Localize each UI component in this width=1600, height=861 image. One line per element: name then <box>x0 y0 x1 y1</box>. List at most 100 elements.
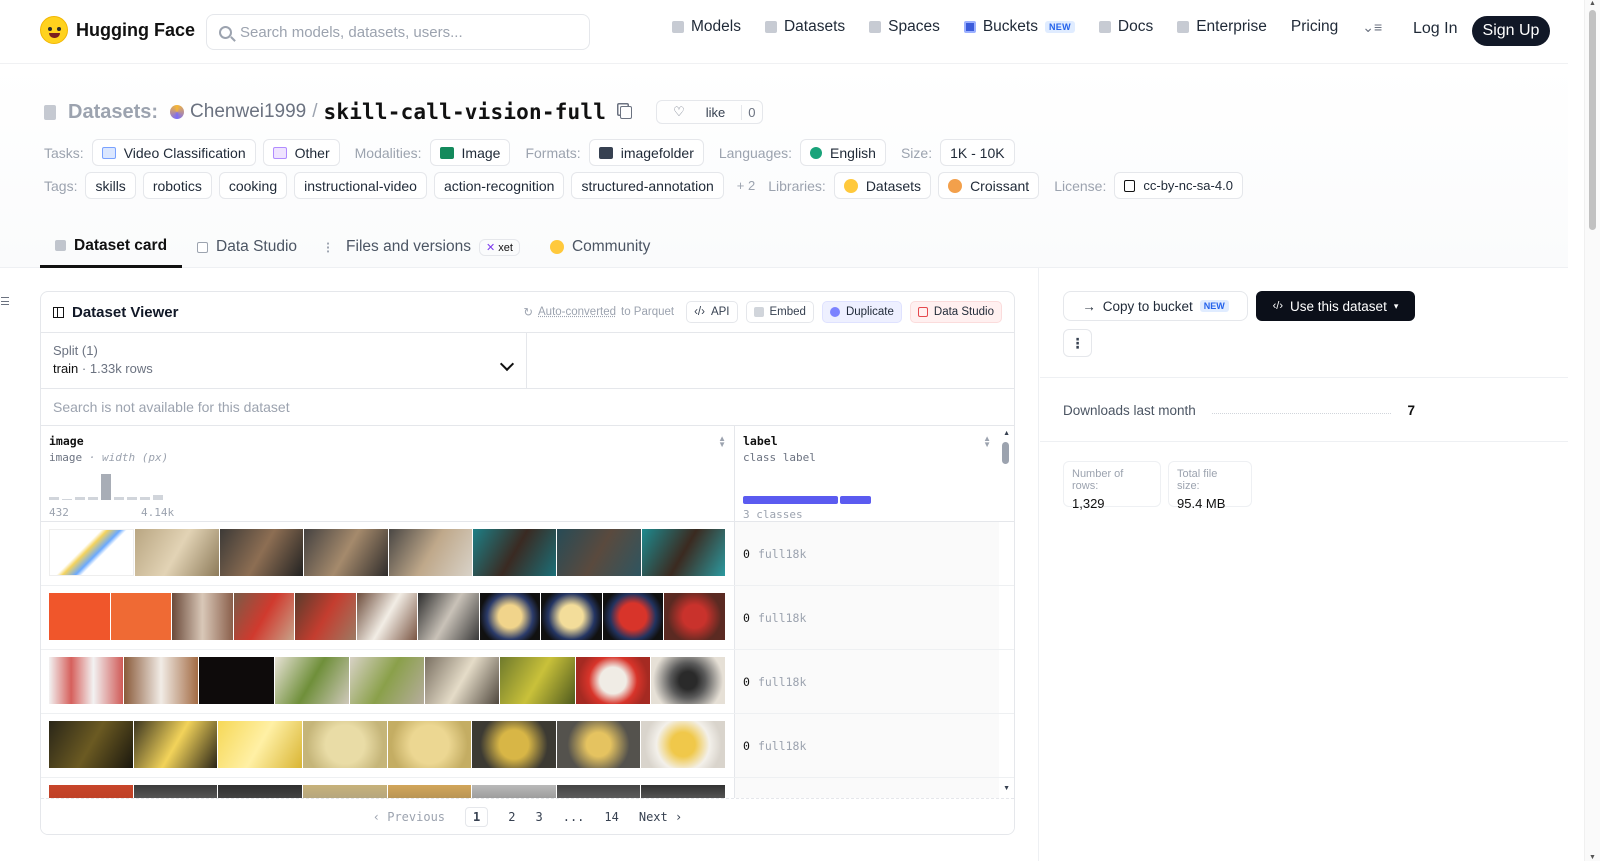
auto-converted-link[interactable]: Auto-converted <box>538 306 616 318</box>
scale-icon <box>1124 179 1136 192</box>
table-row[interactable] <box>41 778 1014 800</box>
table-row[interactable]: 0 full18k <box>41 714 1014 778</box>
xet-icon: ✕ <box>485 241 496 254</box>
size-chip[interactable]: 1K - 10K <box>940 139 1015 166</box>
owner-link[interactable]: Chenwei1999 <box>190 101 306 123</box>
nav-spaces[interactable]: Spaces <box>869 18 940 36</box>
next-page-button[interactable]: Next › <box>639 810 682 824</box>
table-row[interactable]: 0 full18k <box>41 650 1014 714</box>
image-cell[interactable] <box>41 714 735 777</box>
sidebar-toggle-icon[interactable] <box>1 297 9 305</box>
histogram-bar[interactable] <box>153 494 163 500</box>
thumbnail <box>472 721 556 768</box>
embed-button[interactable]: Embed <box>745 301 814 323</box>
histogram-bar[interactable] <box>62 499 72 500</box>
nav-models-label: Models <box>691 18 741 35</box>
api-button[interactable]: ‹/› API <box>686 301 738 323</box>
label-cell[interactable] <box>735 778 999 800</box>
label-cell[interactable]: 0 full18k <box>735 714 999 777</box>
label-class-segment[interactable] <box>743 496 838 504</box>
page-button[interactable]: 1 <box>465 806 489 827</box>
more-tags[interactable]: + 2 <box>737 178 755 193</box>
thumbnail <box>302 721 387 768</box>
page-button[interactable]: 3 <box>535 810 542 824</box>
table-row[interactable]: 0 full18k <box>41 522 1014 586</box>
label-name: full18k <box>757 674 807 689</box>
signup-button[interactable]: Sign Up <box>1472 16 1550 46</box>
table-row[interactable]: 0 full18k <box>41 586 1014 650</box>
label-cell[interactable]: 0 full18k <box>735 522 999 585</box>
histogram-bar[interactable] <box>75 497 85 500</box>
tag-chip[interactable]: structured-annotation <box>571 172 724 199</box>
nav-datasets[interactable]: Datasets <box>764 18 845 36</box>
use-dataset-button[interactable]: ‹/› Use this dataset ▾ <box>1256 291 1415 321</box>
page-scroll-thumb[interactable] <box>1589 10 1596 230</box>
task-chip[interactable]: Other <box>262 139 340 166</box>
histogram-bar[interactable] <box>127 497 137 500</box>
page-button[interactable]: 14 <box>604 810 618 824</box>
nav-enterprise[interactable]: Enterprise <box>1177 18 1267 36</box>
histogram-bar[interactable] <box>140 497 150 500</box>
nav-docs[interactable]: Docs <box>1098 18 1153 36</box>
tab-dataset-card[interactable]: Dataset card <box>40 226 183 268</box>
tag-chip[interactable]: instructional-video <box>294 172 427 199</box>
prev-label: Previous <box>387 809 446 824</box>
copy-to-bucket-button[interactable]: → Copy to bucket NEW <box>1063 291 1248 321</box>
image-cell[interactable] <box>41 586 735 649</box>
column-header-label[interactable]: label class label ▲ ▼ 3 classes <box>735 426 999 521</box>
histogram-bar[interactable] <box>101 474 111 500</box>
sort-icon[interactable]: ▲ ▼ <box>983 435 991 449</box>
formats-label: Formats: <box>525 144 581 161</box>
image-cell[interactable] <box>41 650 735 713</box>
histogram-bar[interactable] <box>49 497 59 500</box>
repo-name[interactable]: skill-call-vision-full <box>324 100 607 124</box>
scroll-up-icon[interactable]: ▲ <box>1003 430 1010 437</box>
hugging-face-logo-icon <box>40 16 68 44</box>
scroll-down-icon[interactable]: ▼ <box>1589 854 1596 861</box>
page-button[interactable]: 2 <box>508 810 515 824</box>
table-scrollbar[interactable] <box>1002 442 1009 464</box>
library-chip[interactable]: Croissant <box>938 172 1040 199</box>
column-header-image[interactable]: image image · width (px) ▲ ▼ 432 4.14k <box>41 426 735 521</box>
modality-chip[interactable]: Image <box>429 139 511 166</box>
scroll-up-icon[interactable]: ▲ <box>1589 0 1596 7</box>
image-cell[interactable] <box>41 778 735 800</box>
task-chip[interactable]: Video Classification <box>91 139 256 166</box>
label-cell[interactable]: 0 full18k <box>735 586 999 649</box>
tab-community[interactable]: Community <box>535 226 665 268</box>
nav-models[interactable]: Models <box>672 18 741 36</box>
logo[interactable]: Hugging Face <box>40 16 195 44</box>
language-label: English <box>830 144 876 161</box>
like-button[interactable]: ♡ like 0 <box>656 100 763 124</box>
histogram-bar[interactable] <box>88 497 98 500</box>
image-cell[interactable] <box>41 522 735 585</box>
license-chip[interactable]: cc-by-nc-sa-4.0 <box>1114 172 1243 199</box>
page-scrollbar[interactable]: ▲ ▼ <box>1584 0 1600 861</box>
data-studio-button[interactable]: Data Studio <box>909 301 1002 323</box>
library-chip[interactable]: Datasets <box>833 172 932 199</box>
tab-data-studio[interactable]: Data Studio <box>182 226 312 268</box>
nav-pricing[interactable]: Pricing <box>1291 18 1338 36</box>
copy-icon[interactable] <box>620 105 633 119</box>
histogram-bar[interactable] <box>114 497 124 500</box>
prev-page-button[interactable]: ‹ Previous <box>373 810 445 824</box>
more-options-button[interactable]: ⋮ <box>1063 329 1092 357</box>
label-class-segment[interactable] <box>839 496 872 504</box>
book-icon <box>1098 21 1111 33</box>
format-chip[interactable]: imagefolder <box>588 139 704 166</box>
nav-buckets[interactable]: Buckets NEW <box>963 18 1075 36</box>
label-cell[interactable]: 0 full18k <box>735 650 999 713</box>
nav-more-menu[interactable]: ⌄≡ <box>1362 19 1382 36</box>
tag-chip[interactable]: robotics <box>142 172 212 199</box>
tab-files[interactable]: Files and versions ✕ xet <box>312 226 535 268</box>
sort-icon[interactable]: ▲ ▼ <box>718 435 726 449</box>
split-selector[interactable]: Split (1) train · 1.33k rows <box>41 333 527 388</box>
tag-chip[interactable]: action-recognition <box>433 172 565 199</box>
duplicate-button[interactable]: Duplicate <box>821 301 902 323</box>
search-input[interactable]: Search models, datasets, users... <box>206 14 590 50</box>
tag-chip[interactable]: cooking <box>218 172 288 199</box>
login-link[interactable]: Log In <box>1413 20 1457 38</box>
scroll-down-icon[interactable]: ▼ <box>1003 785 1010 792</box>
language-chip[interactable]: English <box>800 139 886 166</box>
tag-chip[interactable]: skills <box>85 172 136 199</box>
